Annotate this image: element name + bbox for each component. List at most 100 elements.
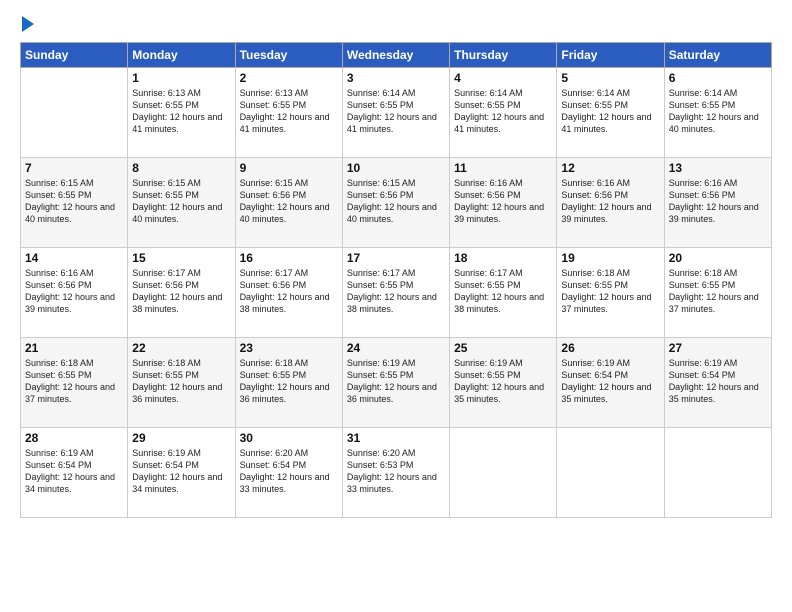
day-info: Sunrise: 6:15 AMSunset: 6:56 PMDaylight:… — [347, 177, 445, 226]
calendar-cell: 31Sunrise: 6:20 AMSunset: 6:53 PMDayligh… — [342, 428, 449, 518]
logo — [20, 16, 34, 32]
calendar-cell: 18Sunrise: 6:17 AMSunset: 6:55 PMDayligh… — [450, 248, 557, 338]
calendar-cell: 25 Sunrise: 6:19 AMSunset: 6:55 PMDayligh… — [450, 338, 557, 428]
day-number: 6 — [669, 71, 767, 85]
day-info: Sunrise: 6:18 AMSunset: 6:55 PMDaylight:… — [25, 357, 123, 406]
calendar-cell — [664, 428, 771, 518]
day-number: 21 — [25, 341, 123, 355]
day-number: 11 — [454, 161, 552, 175]
calendar-cell: 3Sunrise: 6:14 AMSunset: 6:55 PMDaylight… — [342, 68, 449, 158]
week-row-1: 1 Sunrise: 6:13 AMSunset: 6:55 PMDaylight… — [21, 68, 772, 158]
day-number: 22 — [132, 341, 230, 355]
day-number: 26 — [561, 341, 659, 355]
day-number: 8 — [132, 161, 230, 175]
week-row-2: 7 Sunrise: 6:15 AMSunset: 6:55 PMDaylight… — [21, 158, 772, 248]
week-row-5: 28 Sunrise: 6:19 AMSunset: 6:54 PMDayligh… — [21, 428, 772, 518]
day-number: 14 — [25, 251, 123, 265]
day-number: 13 — [669, 161, 767, 175]
logo-arrow-icon — [22, 16, 34, 32]
day-info: Sunrise: 6:19 AMSunset: 6:55 PMDaylight:… — [454, 357, 552, 406]
calendar-cell: 23 Sunrise: 6:18 AMSunset: 6:55 PMDayligh… — [235, 338, 342, 428]
calendar-cell: 16Sunrise: 6:17 AMSunset: 6:56 PMDayligh… — [235, 248, 342, 338]
calendar-cell: 28 Sunrise: 6:19 AMSunset: 6:54 PMDayligh… — [21, 428, 128, 518]
day-number: 28 — [25, 431, 123, 445]
day-number: 15 — [132, 251, 230, 265]
calendar-cell: 30 Sunrise: 6:20 AMSunset: 6:54 PMDayligh… — [235, 428, 342, 518]
day-info: Sunrise: 6:14 AMSunset: 6:55 PMDaylight:… — [454, 87, 552, 136]
day-number: 30 — [240, 431, 338, 445]
day-info: Sunrise: 6:19 AMSunset: 6:54 PMDaylight:… — [132, 447, 230, 496]
day-info: Sunrise: 6:16 AMSunset: 6:56 PMDaylight:… — [561, 177, 659, 226]
calendar-cell: 9 Sunrise: 6:15 AMSunset: 6:56 PMDaylight… — [235, 158, 342, 248]
week-row-3: 14Sunrise: 6:16 AMSunset: 6:56 PMDayligh… — [21, 248, 772, 338]
calendar-cell — [450, 428, 557, 518]
day-number: 20 — [669, 251, 767, 265]
weekday-tuesday: Tuesday — [235, 43, 342, 68]
day-number: 7 — [25, 161, 123, 175]
calendar-cell: 26 Sunrise: 6:19 AMSunset: 6:54 PMDayligh… — [557, 338, 664, 428]
weekday-monday: Monday — [128, 43, 235, 68]
day-info: Sunrise: 6:17 AMSunset: 6:56 PMDaylight:… — [132, 267, 230, 316]
day-info: Sunrise: 6:15 AMSunset: 6:56 PMDaylight:… — [240, 177, 338, 226]
day-number: 3 — [347, 71, 445, 85]
day-number: 2 — [240, 71, 338, 85]
day-info: Sunrise: 6:18 AMSunset: 6:55 PMDaylight:… — [669, 267, 767, 316]
day-info: Sunrise: 6:19 AMSunset: 6:54 PMDaylight:… — [561, 357, 659, 406]
calendar-cell: 29 Sunrise: 6:19 AMSunset: 6:54 PMDayligh… — [128, 428, 235, 518]
day-number: 5 — [561, 71, 659, 85]
weekday-saturday: Saturday — [664, 43, 771, 68]
calendar-header: SundayMondayTuesdayWednesdayThursdayFrid… — [21, 43, 772, 68]
header — [20, 16, 772, 32]
calendar-cell: 1Sunrise: 6:13 AMSunset: 6:55 PMDaylight… — [128, 68, 235, 158]
day-number: 19 — [561, 251, 659, 265]
day-number: 23 — [240, 341, 338, 355]
calendar-cell: 7 Sunrise: 6:15 AMSunset: 6:55 PMDaylight… — [21, 158, 128, 248]
weekday-thursday: Thursday — [450, 43, 557, 68]
day-info: Sunrise: 6:16 AMSunset: 6:56 PMDaylight:… — [454, 177, 552, 226]
day-info: Sunrise: 6:20 AMSunset: 6:54 PMDaylight:… — [240, 447, 338, 496]
day-info: Sunrise: 6:15 AMSunset: 6:55 PMDaylight:… — [132, 177, 230, 226]
calendar-cell: 20 Sunrise: 6:18 AMSunset: 6:55 PMDayligh… — [664, 248, 771, 338]
day-info: Sunrise: 6:13 AMSunset: 6:55 PMDaylight:… — [240, 87, 338, 136]
day-info: Sunrise: 6:15 AMSunset: 6:55 PMDaylight:… — [25, 177, 123, 226]
day-number: 16 — [240, 251, 338, 265]
day-info: Sunrise: 6:14 AMSunset: 6:55 PMDaylight:… — [561, 87, 659, 136]
calendar-cell: 8 Sunrise: 6:15 AMSunset: 6:55 PMDaylight… — [128, 158, 235, 248]
calendar-cell: 12Sunrise: 6:16 AMSunset: 6:56 PMDayligh… — [557, 158, 664, 248]
day-info: Sunrise: 6:18 AMSunset: 6:55 PMDaylight:… — [132, 357, 230, 406]
calendar-cell: 19Sunrise: 6:18 AMSunset: 6:55 PMDayligh… — [557, 248, 664, 338]
weekday-sunday: Sunday — [21, 43, 128, 68]
calendar-cell: 2 Sunrise: 6:13 AMSunset: 6:55 PMDaylight… — [235, 68, 342, 158]
page: SundayMondayTuesdayWednesdayThursdayFrid… — [0, 0, 792, 612]
day-number: 31 — [347, 431, 445, 445]
calendar-cell: 14Sunrise: 6:16 AMSunset: 6:56 PMDayligh… — [21, 248, 128, 338]
calendar-cell: 21 Sunrise: 6:18 AMSunset: 6:55 PMDayligh… — [21, 338, 128, 428]
calendar-cell: 24Sunrise: 6:19 AMSunset: 6:55 PMDayligh… — [342, 338, 449, 428]
day-info: Sunrise: 6:19 AMSunset: 6:55 PMDaylight:… — [347, 357, 445, 406]
calendar-cell: 22 Sunrise: 6:18 AMSunset: 6:55 PMDayligh… — [128, 338, 235, 428]
weekday-friday: Friday — [557, 43, 664, 68]
calendar-cell: 5 Sunrise: 6:14 AMSunset: 6:55 PMDaylight… — [557, 68, 664, 158]
logo-text — [20, 16, 34, 32]
calendar-body: 1 Sunrise: 6:13 AMSunset: 6:55 PMDaylight… — [21, 68, 772, 518]
week-row-4: 21 Sunrise: 6:18 AMSunset: 6:55 PMDayligh… — [21, 338, 772, 428]
day-info: Sunrise: 6:19 AMSunset: 6:54 PMDaylight:… — [25, 447, 123, 496]
calendar-cell — [21, 68, 128, 158]
day-info: Sunrise: 6:16 AMSunset: 6:56 PMDaylight:… — [669, 177, 767, 226]
calendar-cell: 6 Sunrise: 6:14 AMSunset: 6:55 PMDaylight… — [664, 68, 771, 158]
calendar-cell: 10Sunrise: 6:15 AMSunset: 6:56 PMDayligh… — [342, 158, 449, 248]
calendar-cell — [557, 428, 664, 518]
day-number: 1 — [132, 71, 230, 85]
day-number: 17 — [347, 251, 445, 265]
calendar-cell: 4Sunrise: 6:14 AMSunset: 6:55 PMDaylight… — [450, 68, 557, 158]
day-number: 29 — [132, 431, 230, 445]
day-info: Sunrise: 6:17 AMSunset: 6:55 PMDaylight:… — [454, 267, 552, 316]
calendar-cell: 11 Sunrise: 6:16 AMSunset: 6:56 PMDayligh… — [450, 158, 557, 248]
day-info: Sunrise: 6:14 AMSunset: 6:55 PMDaylight:… — [669, 87, 767, 136]
calendar-cell: 13 Sunrise: 6:16 AMSunset: 6:56 PMDayligh… — [664, 158, 771, 248]
day-number: 25 — [454, 341, 552, 355]
day-number: 9 — [240, 161, 338, 175]
day-info: Sunrise: 6:18 AMSunset: 6:55 PMDaylight:… — [240, 357, 338, 406]
day-number: 27 — [669, 341, 767, 355]
weekday-row: SundayMondayTuesdayWednesdayThursdayFrid… — [21, 43, 772, 68]
